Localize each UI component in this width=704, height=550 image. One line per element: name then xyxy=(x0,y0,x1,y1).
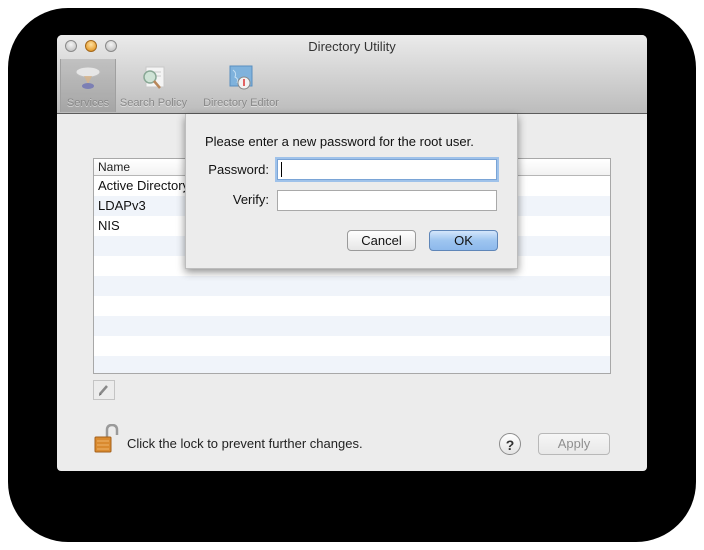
verify-field[interactable] xyxy=(277,190,497,211)
toolbar-label: Search Policy xyxy=(119,97,188,109)
services-icon xyxy=(75,66,101,89)
lock-open-icon xyxy=(94,423,119,453)
root-password-sheet: Please enter a new password for the root… xyxy=(185,114,518,269)
password-label: Password: xyxy=(208,162,269,177)
toolbar-label: Directory Editor xyxy=(203,97,279,109)
edit-service-button[interactable] xyxy=(93,380,115,400)
empty-row xyxy=(94,276,610,296)
lock-status-text: Click the lock to prevent further change… xyxy=(127,436,363,451)
text-caret xyxy=(281,162,282,177)
verify-label: Verify: xyxy=(232,192,269,207)
empty-row xyxy=(94,356,610,373)
titlebar: Directory Utility Services Search Policy xyxy=(57,35,647,114)
empty-row xyxy=(94,316,610,336)
toolbar-item-services[interactable]: Services xyxy=(60,59,116,112)
toolbar-label: Services xyxy=(66,97,110,109)
ok-button[interactable]: OK xyxy=(429,230,498,251)
apply-button[interactable]: Apply xyxy=(538,433,610,455)
cancel-button[interactable]: Cancel xyxy=(347,230,416,251)
sheet-prompt: Please enter a new password for the root… xyxy=(205,134,474,149)
pencil-icon xyxy=(99,385,108,396)
lock-button[interactable] xyxy=(93,423,119,454)
search-policy-icon xyxy=(142,66,164,89)
toolbar-item-search-policy[interactable]: Search Policy xyxy=(117,59,190,112)
toolbar-item-directory-editor[interactable]: Directory Editor xyxy=(198,59,284,112)
window-title: Directory Utility xyxy=(308,39,396,54)
directory-utility-window: Directory Utility Services Search Policy xyxy=(57,35,647,471)
empty-row xyxy=(94,336,610,356)
help-button[interactable]: ? xyxy=(499,433,521,455)
directory-editor-icon xyxy=(229,65,253,90)
empty-row xyxy=(94,296,610,316)
password-field[interactable] xyxy=(277,159,497,180)
